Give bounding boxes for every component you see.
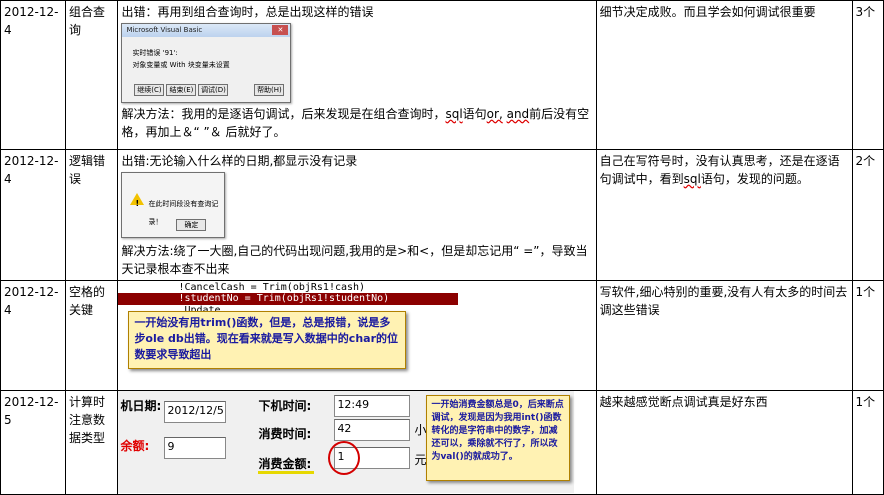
note-box: 一开始没有用trim()函数，但是，总是报错，说是多步ole db出错。现在看来… bbox=[128, 311, 407, 369]
help-button[interactable]: 帮助(H) bbox=[254, 84, 285, 96]
close-icon: ✕ bbox=[272, 25, 289, 35]
continue-button[interactable]: 继续(C) bbox=[134, 84, 165, 96]
type-cell: 组合查询 bbox=[65, 0, 119, 150]
date-label: 机日期: bbox=[120, 399, 162, 413]
balance-field[interactable]: 9 bbox=[164, 437, 227, 459]
count-cell: 1个 bbox=[851, 280, 884, 391]
solution-text: 解决方法：我用的是逐语句调试，后来发现是在组合查询时，sql语句or, and前… bbox=[121, 107, 590, 139]
lesson-cell: 细节决定成败。而且学会如何调试很重要 bbox=[595, 0, 853, 150]
warning-icon: ! bbox=[130, 193, 145, 208]
unit-label-yuan: 元 bbox=[414, 453, 427, 467]
balance-label: 余额: bbox=[120, 439, 150, 453]
lesson-cell: 写软件,细心特别的重要,没有人有太多的时间去调这些错误 bbox=[595, 280, 853, 391]
end-button[interactable]: 结束(E) bbox=[166, 84, 197, 96]
description-cell: !CancelCash = Trim(objRs1!cash) !student… bbox=[117, 280, 597, 391]
dialog-message-2: 对象变量或 With 块变量未设置 bbox=[132, 61, 230, 69]
type-cell: 逻辑错误 bbox=[65, 149, 119, 281]
underline-mark bbox=[258, 471, 315, 474]
dialog-title: Microsoft Visual Basic bbox=[122, 24, 291, 37]
description-cell: 机日期: 2012/12/5 余额: 9 下机时间: 12:49 消费时间: 4… bbox=[117, 390, 597, 495]
count-cell: 3个 bbox=[851, 0, 884, 150]
table-row: 2012-12-5 计算时注意数据类型 机日期: 2012/12/5 余额: 9… bbox=[0, 390, 884, 495]
offline-time-field[interactable]: 12:49 bbox=[334, 395, 411, 417]
vb-error-dialog: Microsoft Visual Basic ✕ 实时错误 '91': 对象变量… bbox=[121, 23, 292, 103]
note-box: 一开始消费金额总是0，后来断点调试，发现是因为我用int()函数转化的是字符串中… bbox=[426, 395, 571, 481]
billing-form: 机日期: 2012/12/5 余额: 9 下机时间: 12:49 消费时间: 4… bbox=[118, 391, 575, 493]
date-cell: 2012-12-4 bbox=[0, 0, 67, 150]
solution-text: 解决方法:绕了一大圈,自己的代码出现问题,我用的是>和<，但是却忘记用“ =”，… bbox=[121, 244, 588, 276]
unit-label-small: 小 bbox=[414, 423, 427, 437]
date-cell: 2012-12-4 bbox=[0, 149, 67, 281]
use-time-label: 消费时间: bbox=[258, 427, 312, 441]
description-cell: 出错:无论输入什么样的日期,都显示没有记录 ! 在此时间段没有查询记录！ 确定 … bbox=[117, 149, 597, 281]
type-cell: 空格的关键 bbox=[65, 280, 119, 391]
error-text: 出错:无论输入什么样的日期,都显示没有记录 bbox=[121, 154, 358, 168]
table-row: 2012-12-4 逻辑错误 出错:无论输入什么样的日期,都显示没有记录 ! 在… bbox=[0, 149, 884, 281]
table-row: 2012-12-4 组合查询 出错：再用到组合查询时，总是出现这样的错误 Mic… bbox=[0, 0, 884, 150]
error-text: 出错：再用到组合查询时，总是出现这样的错误 bbox=[121, 5, 374, 19]
ok-button[interactable]: 确定 bbox=[176, 219, 207, 231]
count-cell: 1个 bbox=[851, 390, 884, 495]
highlight-circle bbox=[328, 441, 361, 475]
date-field[interactable]: 2012/12/5 bbox=[164, 401, 227, 423]
date-cell: 2012-12-4 bbox=[0, 280, 67, 391]
offline-time-label: 下机时间: bbox=[258, 399, 312, 413]
type-cell: 计算时注意数据类型 bbox=[65, 390, 119, 495]
debug-button[interactable]: 调试(D) bbox=[198, 84, 229, 96]
table-row: 2012-12-4 空格的关键 !CancelCash = Trim(objRs… bbox=[0, 280, 884, 391]
code-line-2-highlight: !studentNo = Trim(objRs1!studentNo) bbox=[118, 293, 459, 305]
date-cell: 2012-12-5 bbox=[0, 390, 67, 495]
error-log-table: 2012-12-4 组合查询 出错：再用到组合查询时，总是出现这样的错误 Mic… bbox=[0, 0, 884, 495]
lesson-cell: 自己在写符号时，没有认真思考，还是在逐语句调试中，看到sql语句，发现的问题。 bbox=[595, 149, 853, 281]
count-cell: 2个 bbox=[851, 149, 884, 281]
use-time-field[interactable]: 42 bbox=[334, 419, 411, 441]
lesson-cell: 越来越感觉断点调试真是好东西 bbox=[595, 390, 853, 495]
no-record-dialog: ! 在此时间段没有查询记录！ 确定 bbox=[121, 172, 226, 238]
description-cell: 出错：再用到组合查询时，总是出现这样的错误 Microsoft Visual B… bbox=[117, 0, 597, 150]
